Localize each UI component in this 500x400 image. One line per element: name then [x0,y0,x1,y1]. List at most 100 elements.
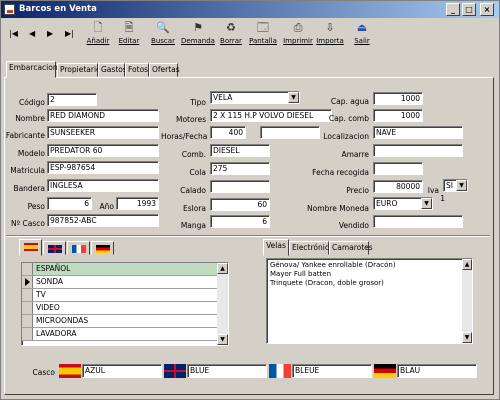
casco-es-field[interactable]: AZUL [82,364,162,378]
iva-select[interactable]: SI ▼ [443,179,468,192]
velas-scrollbar[interactable]: ▲ ▼ [462,259,472,343]
list-item[interactable]: TV [22,289,228,302]
toolbar: |◀ ◀ ▶ ▶| 🗋 Añadir 🗎 Editar 🔍 Buscar ⚑ Deman… [1,19,499,51]
fecha-recogida-field[interactable] [373,162,423,175]
amarre-field[interactable] [373,144,463,157]
tab-electronica[interactable]: Electrónica [289,241,334,255]
scroll-down-icon[interactable]: ▼ [217,334,228,345]
equipment-grid[interactable]: ESPAÑOL SONDA TV VIDEO MICROONDAS LAVADO… [21,262,229,346]
screen-label: Pantalla [249,37,277,45]
de-flag-icon [96,245,110,253]
iva-label: Iva [427,186,439,195]
add-button[interactable]: 🗋 Añadir [81,21,115,51]
localizacion-label: Localizacion [323,132,369,141]
tab-german[interactable] [91,241,114,255]
vendido-field[interactable] [373,215,463,228]
list-item[interactable]: LAVADORA [22,328,228,341]
peso-field[interactable]: 6 [47,197,92,210]
nombre-field[interactable]: RED DIAMOND [47,109,159,122]
exit-button[interactable]: ⏏ Salir [345,21,379,51]
last-record-button[interactable]: ▶| [65,29,74,38]
delete-label: Borrar [220,37,242,45]
tab-gastos[interactable]: Gastos [98,63,127,77]
list-item-label: MICROONDAS [36,316,89,325]
chevron-down-icon[interactable]: ▼ [456,180,467,191]
list-item[interactable]: ESPAÑOL [22,263,228,276]
first-record-button[interactable]: |◀ [9,29,18,38]
import-button[interactable]: ⇩ Importa [313,21,347,51]
eslora-field[interactable]: 60 [210,198,270,211]
previous-record-button[interactable]: ◀ [29,29,35,38]
close-button[interactable]: × [480,3,494,16]
casco-fr-field[interactable]: BLEUE [292,364,372,378]
uk-flag-image [164,364,186,378]
fr-flag-icon [72,245,86,253]
ano-field[interactable]: 1993 [116,197,159,210]
tab-ofertas[interactable]: Ofertas [149,63,180,77]
tab-velas[interactable]: Velas [263,239,289,256]
precio-field[interactable]: 80000 [373,180,423,193]
iva-value: SI [446,181,453,190]
tab-spanish[interactable] [19,239,42,256]
manga-label: Manga [180,221,206,230]
modelo-field[interactable]: PREDATOR 60 [47,144,159,157]
list-item-label: TV [36,290,46,299]
velas-textarea[interactable]: Génova/ Yankee enrollable (Dracón) Mayor… [266,258,473,344]
manga-field[interactable]: 6 [210,215,270,228]
list-item-label: LAVADORA [36,329,77,338]
app-icon [4,4,15,15]
eslora-label: Eslora [183,204,206,213]
scroll-down-icon[interactable]: ▼ [462,332,472,343]
demand-icon: ⚑ [193,21,203,34]
list-item[interactable]: VIDEO [22,302,228,315]
tab-embarcacion[interactable]: Embarcacion [6,61,58,78]
screen-button[interactable]: 🗔 Pantalla [246,21,280,51]
minimize-button[interactable]: _ [446,3,460,16]
tab-propietario[interactable]: Propietario [57,63,101,77]
peso-label: Peso [27,202,45,211]
localizacion-field[interactable]: NAVE [373,126,463,139]
demand-button[interactable]: ⚑ Demanda [181,21,215,51]
horas-field[interactable]: 400 [210,126,246,139]
magnifier-icon: 🔍 [156,21,170,34]
horas-fecha-field[interactable] [260,126,320,139]
cola-field[interactable]: 275 [210,162,270,175]
tab-camarotes[interactable]: Camarotes [329,241,373,255]
list-item[interactable]: MICROONDAS [22,315,228,328]
comb-field[interactable]: DIESEL [210,144,270,157]
codigo-field[interactable]: 2 [47,93,97,106]
tipo-select[interactable]: VELA ▼ [210,91,300,104]
tab-english[interactable] [43,241,66,255]
list-item[interactable]: SONDA [22,276,228,289]
cap-agua-field[interactable]: 1000 [373,92,423,105]
cap-comb-label: Cap. comb [328,114,369,123]
screen-icon: 🗔 [257,21,269,34]
maximize-button[interactable]: □ [462,3,476,16]
delete-button[interactable]: ♻ Borrar [214,21,248,51]
bandera-field[interactable]: INGLESA [47,179,159,192]
casco-de-field[interactable]: BLAU [397,364,477,378]
cap-comb-field[interactable]: 1000 [373,109,423,122]
casco-en-field[interactable]: BLUE [187,364,267,378]
chevron-down-icon[interactable]: ▼ [421,198,432,209]
list-item-label: VIDEO [36,303,60,312]
motores-field[interactable]: 2 X 115 H.P VOLVO DIESEL [210,109,332,122]
scroll-up-icon[interactable]: ▲ [217,263,228,274]
calado-field[interactable] [210,180,270,193]
casco-num-field[interactable]: 987852-ABC [47,214,159,227]
search-button[interactable]: 🔍 Buscar [146,21,180,51]
list-scrollbar[interactable]: ▲ ▼ [217,263,228,345]
title-bar: Barcos en Venta _ □ × [1,1,499,18]
moneda-select[interactable]: EURO ▼ [373,197,433,210]
search-label: Buscar [151,37,175,45]
uk-flag-icon [164,364,186,378]
tab-fotos[interactable]: Fotos [125,63,149,77]
chevron-down-icon[interactable]: ▼ [288,92,299,103]
next-record-button[interactable]: ▶ [47,29,53,38]
matricula-field[interactable]: ESP-987654 [47,161,159,174]
fabricante-field[interactable]: SUNSEEKER [47,126,159,139]
edit-button[interactable]: 🗎 Editar [112,21,146,51]
tab-french[interactable] [67,241,90,255]
scroll-up-icon[interactable]: ▲ [462,259,472,270]
print-button[interactable]: ⎙ Imprimir [281,21,315,51]
